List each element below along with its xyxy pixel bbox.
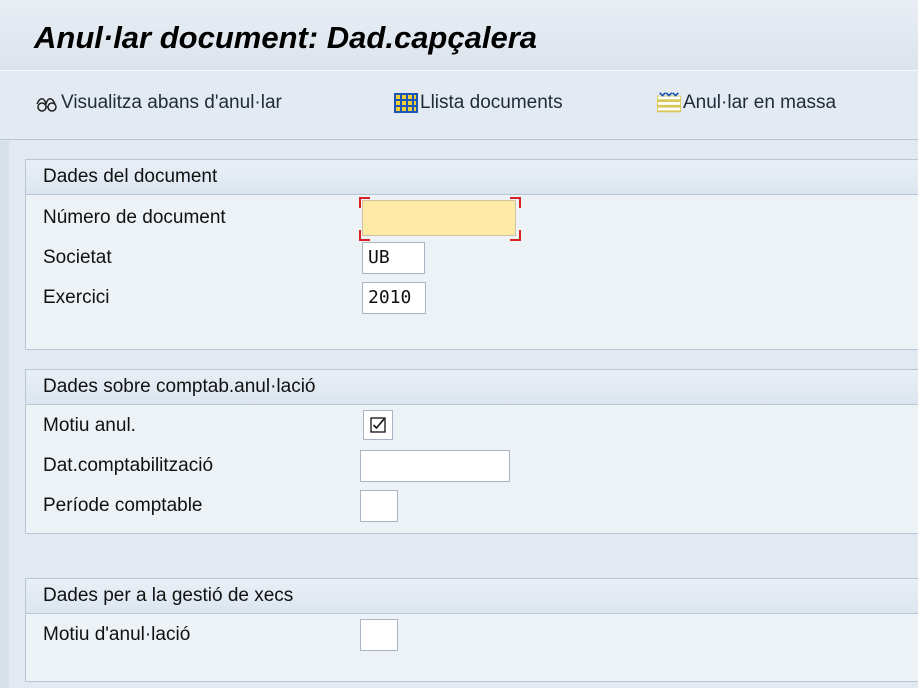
posting-date-label: Dat.comptabilització	[43, 455, 214, 476]
document-number-label: Número de document	[43, 207, 226, 228]
required-marker-top-right	[510, 197, 521, 208]
reversal-reason-row: Motiu anul.	[26, 405, 918, 445]
glasses-icon	[34, 91, 60, 115]
company-field[interactable]: UB	[362, 242, 425, 274]
check-management-group: Dades per a la gestió de xecs Motiu d'an…	[25, 578, 918, 682]
void-reason-label: Motiu d'anul·lació	[43, 624, 191, 645]
document-number-row: Número de document	[26, 197, 918, 241]
display-before-cancel-label: Visualitza abans d'anul·lar	[61, 92, 282, 113]
required-marker-top-left	[359, 197, 370, 208]
title-bar: Anul·lar document: Dad.capçalera	[0, 0, 918, 70]
mass-cancel-label: Anul·lar en massa	[683, 92, 837, 113]
posting-date-field[interactable]	[360, 450, 510, 482]
document-data-group: Dades del document Número de document So…	[25, 159, 918, 350]
posting-date-row: Dat.comptabilització	[26, 445, 918, 485]
document-number-field[interactable]	[362, 200, 516, 236]
reversal-posting-heading: Dades sobre comptab.anul·lació	[26, 370, 918, 405]
posting-period-field[interactable]	[360, 490, 398, 522]
document-list-button[interactable]: Llista documents	[393, 88, 563, 118]
grid-list-icon	[393, 91, 419, 115]
fiscal-year-row: Exercici 2010	[26, 277, 918, 317]
application-toolbar: Visualitza abans d'anul·lar Llista docum…	[0, 70, 918, 140]
posting-period-label: Període comptable	[43, 495, 203, 516]
reversal-reason-label: Motiu anul.	[43, 415, 136, 436]
screen-title: Anul·lar document: Dad.capçalera	[34, 20, 538, 55]
posting-period-row: Període comptable	[26, 485, 918, 525]
company-label: Societat	[43, 247, 112, 268]
fiscal-year-label: Exercici	[43, 287, 110, 308]
checkmark-icon	[370, 417, 386, 433]
mass-reverse-icon	[656, 91, 682, 115]
document-list-label: Llista documents	[420, 92, 563, 113]
main-form-area: Dades del document Número de document So…	[0, 141, 918, 688]
display-before-cancel-button[interactable]: Visualitza abans d'anul·lar	[34, 88, 282, 118]
fiscal-year-field[interactable]: 2010	[362, 282, 426, 314]
mass-cancel-button[interactable]: Anul·lar en massa	[656, 88, 836, 118]
document-data-heading: Dades del document	[26, 160, 918, 195]
void-reason-field[interactable]	[360, 619, 398, 651]
check-management-heading: Dades per a la gestió de xecs	[26, 579, 918, 614]
sap-screen: Anul·lar document: Dad.capçalera Visuali…	[0, 0, 918, 688]
void-reason-row: Motiu d'anul·lació	[26, 614, 918, 654]
company-row: Societat UB	[26, 237, 918, 277]
reversal-reason-checkbox[interactable]	[363, 410, 393, 440]
reversal-posting-group: Dades sobre comptab.anul·lació Motiu anu…	[25, 369, 918, 534]
